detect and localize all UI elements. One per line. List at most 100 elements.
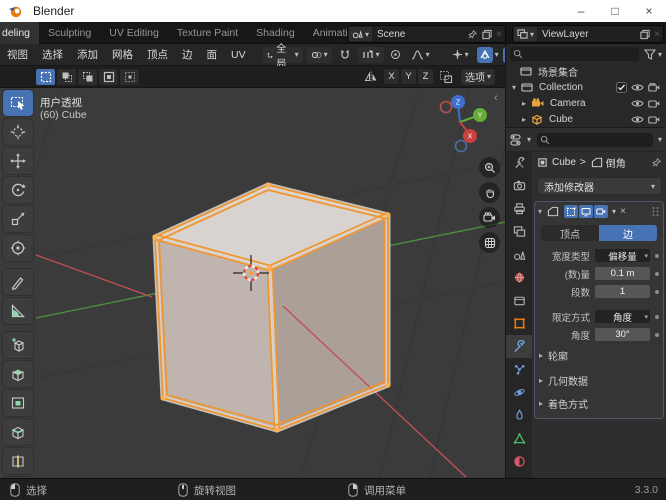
select-mode-new-button[interactable] (36, 68, 55, 85)
properties-filter-dropdown[interactable]: ▾ (658, 135, 662, 144)
tool-loop-cut[interactable] (3, 448, 33, 474)
maximize-button[interactable]: □ (598, 0, 632, 22)
amount-field[interactable]: 0.1 m (595, 267, 651, 280)
editor-type-dropdown[interactable]: ▾ (527, 135, 531, 144)
tab-tool[interactable] (506, 151, 532, 174)
workspace-tab-uv-editing[interactable]: UV Editing (100, 22, 168, 44)
modifier-extras-dropdown[interactable]: ▾ (612, 207, 616, 216)
menu-select[interactable]: 选择 (35, 47, 70, 62)
tool-options-dropdown[interactable]: 选项 ▾ (460, 68, 495, 85)
viewport-3d[interactable]: 用户透视 (60) Cube Z Y X ‹ (0, 88, 505, 478)
outliner-search-input[interactable] (510, 47, 639, 61)
bevel-affect-edges-tab[interactable]: 边 (599, 225, 657, 241)
section-profile[interactable]: ▸ 轮廓 (539, 348, 663, 363)
tool-scale[interactable] (3, 206, 33, 232)
mirror-icon[interactable] (364, 71, 378, 83)
outliner-row-scene-collection[interactable]: 场景集合 (506, 63, 666, 79)
camera-restrict-icon[interactable] (648, 82, 660, 92)
menu-edge[interactable]: 边 (175, 47, 200, 62)
eye-icon[interactable] (631, 115, 644, 124)
tab-fluid[interactable] (506, 404, 532, 427)
scene-selector[interactable]: ▾ Scene × (347, 25, 506, 43)
mirror-x-toggle[interactable]: X (383, 69, 399, 84)
camera-restrict-icon[interactable] (648, 115, 660, 124)
pan-button[interactable] (479, 182, 500, 203)
camera-view-button[interactable] (479, 207, 500, 228)
section-geometry[interactable]: ▸ 几何数据 (539, 373, 663, 388)
show-gizmo-dropdown[interactable]: ▾ (448, 47, 473, 63)
workspace-tab-modeling[interactable]: deling (0, 21, 40, 44)
tool-move[interactable] (3, 148, 33, 174)
toggle-perspective-button[interactable] (479, 232, 500, 253)
panel-expand-arrow[interactable]: ▾ (538, 207, 542, 216)
copy-icon[interactable] (639, 29, 651, 40)
select-mode-extend-button[interactable] (57, 68, 76, 85)
gizmo-negative-x[interactable] (439, 100, 453, 114)
tab-output[interactable] (506, 197, 532, 220)
snap-toggle[interactable] (336, 47, 354, 63)
filter-icon[interactable] (643, 48, 656, 60)
tab-scene[interactable] (506, 243, 532, 266)
close-button[interactable]: × (632, 0, 666, 22)
tab-physics[interactable] (506, 381, 532, 404)
menu-view[interactable]: 视图 (0, 47, 35, 62)
width-type-dropdown[interactable]: 偏移量 ▾ (595, 249, 651, 263)
outliner-row-cube[interactable]: ▸ Cube (506, 111, 666, 127)
animate-dot-icon[interactable] (655, 332, 659, 337)
menu-uv[interactable]: UV (224, 49, 253, 61)
tool-measure[interactable] (3, 298, 33, 324)
modifier-realtime-toggle[interactable] (579, 205, 594, 218)
drag-handle-icon[interactable] (651, 206, 660, 217)
limit-method-dropdown[interactable]: 角度 ▾ (595, 310, 651, 324)
select-mode-invert-button[interactable] (99, 68, 118, 85)
workspace-tab-sculpting[interactable]: Sculpting (39, 22, 100, 44)
pin-icon[interactable] (467, 29, 478, 40)
snap-with-dropdown[interactable]: ▾ (357, 46, 384, 63)
viewlayer-name[interactable]: ViewLayer (542, 29, 639, 40)
animate-dot-icon[interactable] (655, 289, 659, 294)
section-shading[interactable]: ▸ 着色方式 (539, 396, 663, 411)
transform-orientation-dropdown[interactable]: 全局 ▾ (262, 44, 303, 70)
properties-editor-type-icon[interactable] (510, 133, 525, 146)
tool-rotate[interactable] (3, 177, 33, 203)
scene-name[interactable]: Scene (377, 29, 467, 40)
filter-dropdown[interactable]: ▾ (658, 50, 662, 59)
modifier-editmode-toggle[interactable] (564, 205, 579, 218)
modifier-delete-button[interactable]: × (620, 206, 626, 217)
tab-collection-properties[interactable] (506, 289, 532, 312)
menu-face[interactable]: 面 (200, 47, 225, 62)
tool-inset-faces[interactable] (3, 390, 33, 416)
animate-dot-icon[interactable] (655, 253, 659, 258)
breadcrumb-modifier[interactable]: 倒角 (606, 155, 651, 170)
pin-icon[interactable] (651, 157, 662, 168)
eye-icon[interactable] (631, 99, 644, 108)
expand-arrow-icon[interactable]: ▾ (512, 83, 516, 92)
overlays-dropdown[interactable]: ▾ (495, 50, 499, 59)
tab-render[interactable] (506, 174, 532, 197)
tool-extrude-region[interactable] (3, 361, 33, 387)
tab-particles[interactable] (506, 358, 532, 381)
tool-add-cube[interactable] (3, 332, 33, 358)
navigation-gizmo[interactable]: Z Y X (432, 90, 492, 154)
tab-material[interactable] (506, 450, 532, 473)
viewlayer-selector[interactable]: ▾ ViewLayer × (512, 25, 664, 43)
select-mode-subtract-button[interactable] (78, 68, 97, 85)
menu-add[interactable]: 添加 (70, 47, 105, 62)
pivot-point-dropdown[interactable]: ▾ (306, 46, 332, 63)
tool-cursor[interactable] (3, 119, 33, 145)
falloff-dropdown[interactable]: ▾ (407, 47, 434, 63)
breadcrumb-object[interactable]: Cube (552, 157, 576, 168)
tool-transform[interactable] (3, 235, 33, 261)
mirror-y-toggle[interactable]: Y (400, 69, 416, 84)
menu-mesh[interactable]: 网格 (105, 47, 140, 62)
select-mode-intersect-button[interactable] (120, 68, 139, 85)
tab-modifiers[interactable] (506, 335, 532, 358)
segments-field[interactable]: 1 (595, 285, 651, 298)
snap-grid-icon[interactable] (439, 70, 453, 83)
eye-icon[interactable] (631, 83, 644, 92)
proportional-edit-toggle[interactable] (388, 47, 403, 63)
show-overlays-toggle[interactable] (476, 46, 493, 63)
menu-vertex[interactable]: 顶点 (140, 47, 175, 62)
mirror-z-toggle[interactable]: Z (417, 69, 433, 84)
zoom-button[interactable] (479, 157, 500, 178)
